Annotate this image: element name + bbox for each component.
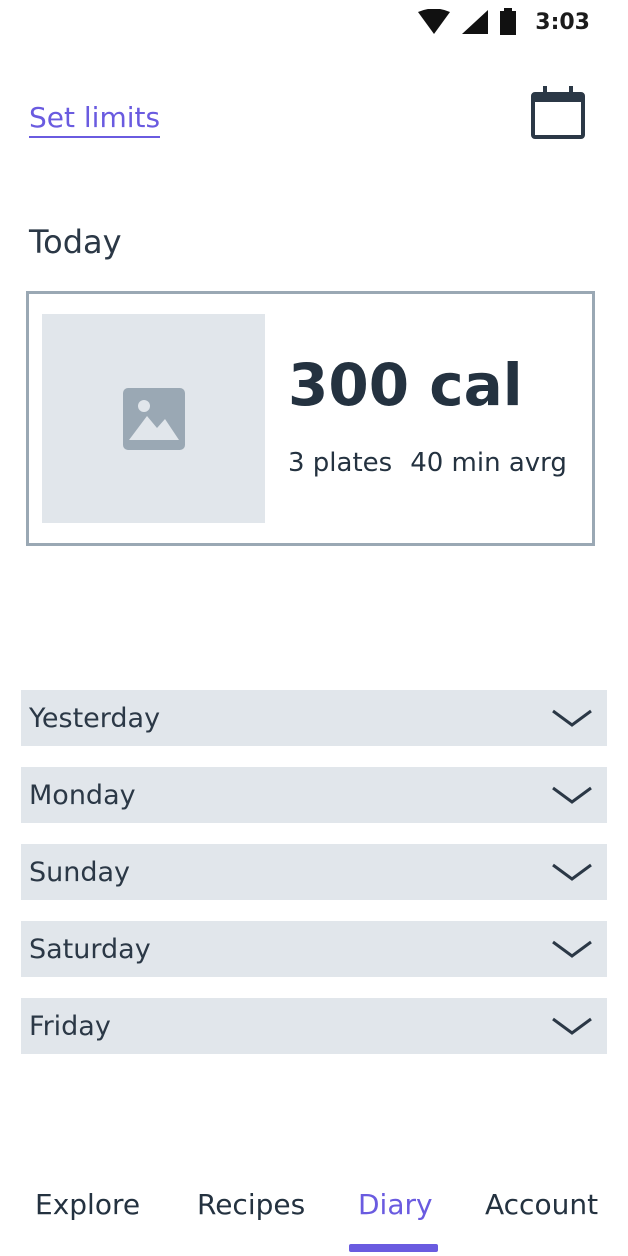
battery-icon [500,8,517,35]
today-summary-card[interactable]: 300 cal 3 plates 40 min avrg [26,291,595,546]
day-row-sunday[interactable]: Sunday [21,844,607,900]
day-label: Monday [29,779,136,811]
card-image-placeholder [42,314,265,523]
nav-recipes[interactable]: Recipes [197,1188,305,1221]
day-row-yesterday[interactable]: Yesterday [21,690,607,746]
chevron-down-icon [552,1017,592,1035]
nav-explore[interactable]: Explore [35,1188,140,1221]
calendar-button[interactable] [530,84,586,140]
status-bar: 3:03 [408,0,628,44]
chevron-down-icon [552,786,592,804]
set-limits-link[interactable]: Set limits [29,100,161,138]
wifi-icon [418,9,451,34]
day-list: Yesterday Monday Sunday Saturday Friday [21,690,607,1075]
nav-account[interactable]: Account [485,1188,598,1221]
calorie-total: 300 cal [288,351,523,419]
today-heading: Today [29,223,122,261]
day-label: Saturday [29,933,151,965]
nav-active-indicator [349,1244,438,1252]
chevron-down-icon [552,940,592,958]
card-meta: 3 plates 40 min avrg [288,446,567,480]
day-row-monday[interactable]: Monday [21,767,607,823]
signal-icon [462,10,489,34]
day-row-saturday[interactable]: Saturday [21,921,607,977]
plates-count: 3 plates [288,448,393,478]
status-time: 3:03 [535,9,590,35]
average-time: 40 min avrg [410,448,567,478]
chevron-down-icon [552,709,592,727]
nav-diary[interactable]: Diary [358,1188,433,1221]
bottom-nav: Explore Recipes Diary Account [0,1180,628,1256]
day-label: Friday [29,1010,111,1042]
day-label: Yesterday [29,702,161,734]
calendar-icon [531,86,585,139]
day-label: Sunday [29,856,131,888]
chevron-down-icon [552,863,592,881]
image-placeholder-icon [122,387,185,450]
day-row-friday[interactable]: Friday [21,998,607,1054]
